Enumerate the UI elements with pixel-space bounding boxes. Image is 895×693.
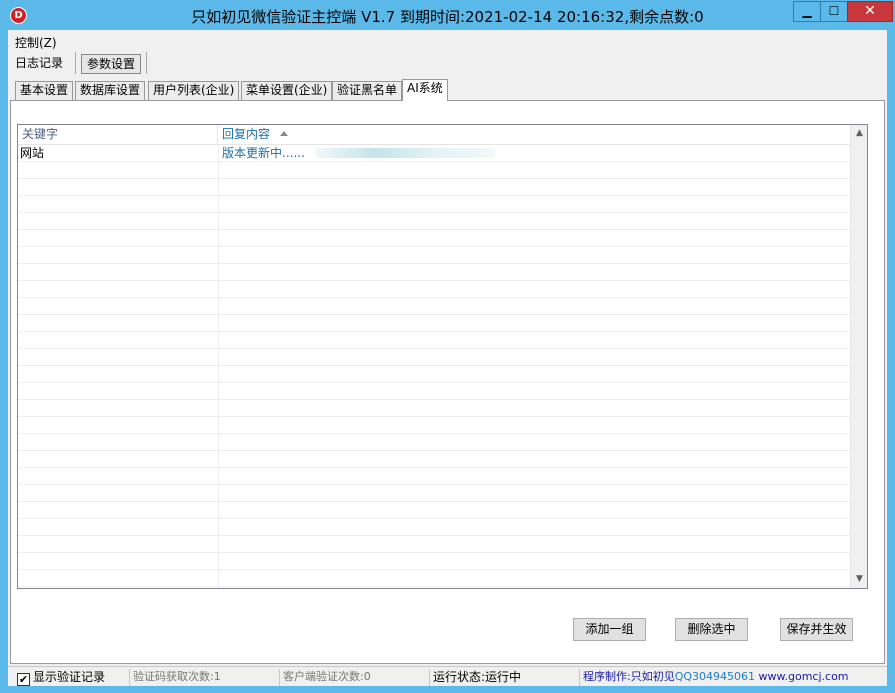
credit-qq: QQ304945061 — [674, 670, 756, 683]
nav-log-button[interactable]: 日志记录 — [15, 54, 63, 74]
column-label: 回复内容 — [222, 127, 271, 141]
tab-database-settings[interactable]: 数据库设置 — [75, 81, 146, 100]
app-window: D 只如初见微信验证主控端 V1.7 到期时间:2021-02-14 20:16… — [0, 0, 895, 693]
column-label: 关键字 — [22, 127, 59, 141]
menu-control[interactable]: 控制(Z) — [15, 34, 57, 51]
save-apply-button[interactable]: 保存并生效 — [780, 618, 853, 641]
cell-keyword: 网站 — [20, 146, 45, 160]
maximize-button[interactable]: ☐ — [820, 1, 848, 22]
credit-status: 程序制作:只如初见QQ304945061 www.gomcj.com — [580, 669, 887, 686]
list-body — [18, 145, 865, 588]
vertical-scrollbar[interactable]: ▲ ▼ — [850, 125, 867, 588]
show-log-checkbox[interactable]: ✔ 显示验证记录 — [14, 669, 130, 686]
tab-user-list[interactable]: 用户列表(企业) — [148, 81, 240, 100]
code-count-status: 验证码获取次数:1 — [130, 669, 280, 686]
column-header-reply[interactable]: 回复内容 — [218, 125, 865, 145]
nav-divider — [146, 52, 147, 74]
add-group-button[interactable]: 添加一组 — [573, 618, 646, 641]
tab-menu-settings[interactable]: 菜单设置(企业) — [241, 81, 333, 100]
credit-site: www.gomcj.com — [755, 670, 849, 683]
reply-list[interactable]: 关键字 回复内容 网站 版本更新中...... ▲ ▼ — [17, 124, 868, 589]
tab-blacklist[interactable]: 验证黑名单 — [332, 81, 403, 100]
cell-reply-text: 版本更新中...... — [222, 146, 305, 160]
close-button[interactable]: ✕ — [847, 1, 893, 22]
scroll-down-icon[interactable]: ▼ — [851, 571, 867, 588]
client-count-status: 客户端验证次数:0 — [280, 669, 430, 686]
cell-reply: 版本更新中...... — [220, 145, 495, 161]
nav-params-button[interactable]: 参数设置 — [81, 54, 142, 74]
top-nav: 日志记录 参数设置 — [8, 52, 887, 76]
tab-panel-ai: 关键字 回复内容 网站 版本更新中...... ▲ ▼ 添加一组 删除选中 保存… — [10, 100, 885, 664]
scroll-up-icon[interactable]: ▲ — [851, 125, 867, 142]
show-log-label: 显示验证记录 — [33, 670, 106, 684]
credit-prefix: 程序制作:只如初见 — [583, 670, 675, 683]
sort-ascending-icon — [280, 131, 289, 136]
client-area: 控制(Z) 日志记录 参数设置 基本设置 数据库设置 用户列表(企业) 菜单设置… — [8, 30, 887, 686]
tab-ai-system[interactable]: AI系统 — [402, 79, 448, 101]
status-bar: ✔ 显示验证记录 验证码获取次数:1 客户端验证次数:0 运行状态:运行中 程序制… — [8, 666, 887, 686]
window-title: 只如初见微信验证主控端 V1.7 到期时间:2021-02-14 20:16:3… — [191, 8, 704, 26]
run-state-status: 运行状态:运行中 — [430, 669, 580, 686]
list-header: 关键字 回复内容 — [18, 125, 865, 145]
minimize-button[interactable]: ▁ — [793, 1, 821, 22]
delete-selected-button[interactable]: 删除选中 — [675, 618, 748, 641]
column-header-keyword[interactable]: 关键字 — [18, 125, 218, 145]
redacted-blur — [314, 148, 495, 158]
column-divider — [218, 145, 219, 588]
title-bar[interactable]: D 只如初见微信验证主控端 V1.7 到期时间:2021-02-14 20:16… — [0, 0, 895, 30]
tab-basic-settings[interactable]: 基本设置 — [15, 81, 74, 100]
table-row[interactable]: 网站 版本更新中...... — [18, 145, 865, 162]
nav-divider — [75, 52, 76, 74]
checkmark-icon[interactable]: ✔ — [17, 673, 30, 686]
